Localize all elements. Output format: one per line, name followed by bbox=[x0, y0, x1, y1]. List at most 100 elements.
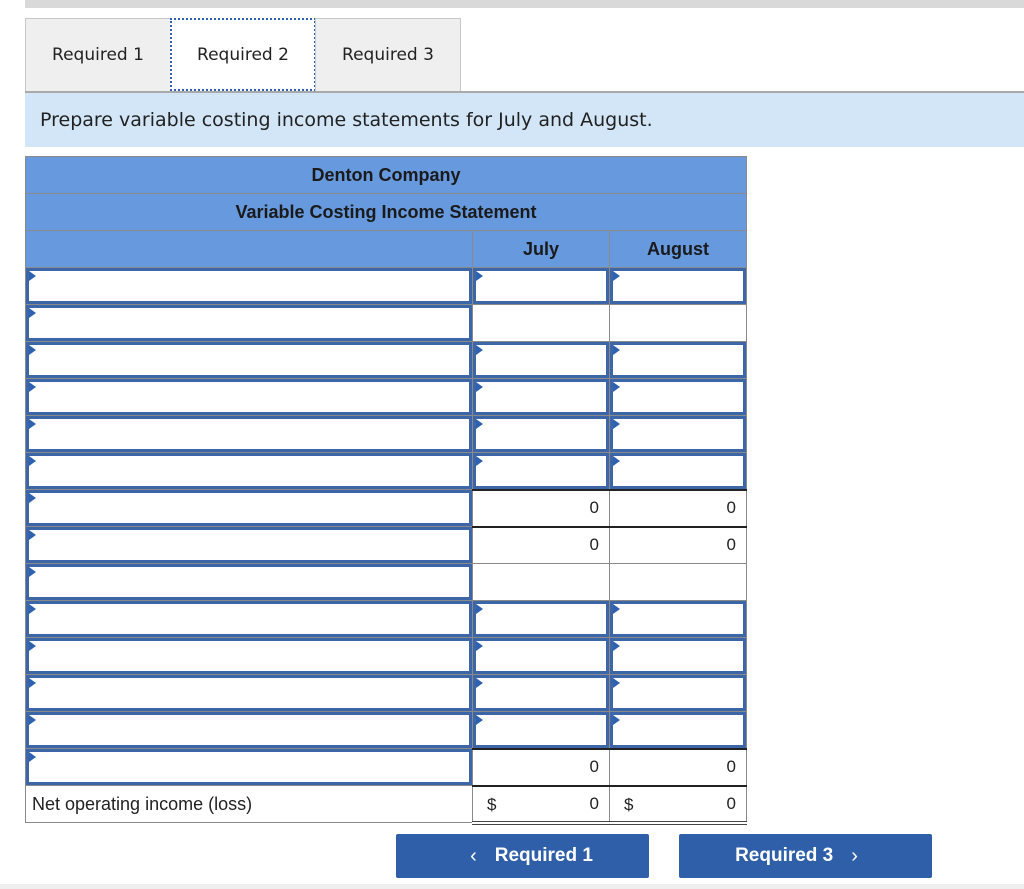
income-statement-table: Denton Company Variable Costing Income S… bbox=[24, 156, 748, 825]
statement-row bbox=[25, 563, 748, 601]
july-cell bbox=[472, 452, 610, 490]
august-cell bbox=[608, 674, 748, 712]
row-label-dropdown[interactable] bbox=[26, 638, 472, 674]
net-operating-income-august: $0 bbox=[608, 784, 748, 825]
row-label-dropdown[interactable] bbox=[26, 342, 472, 378]
company-name: Denton Company bbox=[24, 156, 748, 194]
header-blank bbox=[25, 230, 473, 268]
next-required-3-button[interactable]: Required 3 › bbox=[679, 834, 932, 878]
statement-row: 00 bbox=[25, 488, 748, 527]
row-label-dropdown[interactable] bbox=[26, 268, 472, 304]
july-amount-input[interactable] bbox=[473, 675, 609, 711]
statement-row bbox=[25, 637, 748, 675]
july-computed-total: 0 bbox=[472, 488, 610, 527]
july-amount-input[interactable] bbox=[473, 379, 609, 415]
row-label-dropdown[interactable] bbox=[26, 527, 472, 563]
august-amount-input[interactable] bbox=[610, 453, 747, 489]
july-computed-total: 0 bbox=[472, 525, 610, 564]
july-amount-input[interactable] bbox=[473, 342, 609, 378]
july-amount-input[interactable] bbox=[473, 453, 609, 489]
row-label-dropdown[interactable] bbox=[26, 564, 472, 600]
july-amount-input[interactable] bbox=[473, 268, 609, 304]
august-cell bbox=[608, 711, 748, 749]
august-amount-input[interactable] bbox=[610, 342, 747, 378]
august-amount-input[interactable] bbox=[610, 712, 747, 748]
row-label-cell bbox=[25, 304, 473, 342]
statement-row bbox=[25, 711, 748, 749]
july-amount-input[interactable] bbox=[473, 638, 609, 674]
row-label-cell bbox=[25, 637, 473, 675]
row-label-dropdown[interactable] bbox=[26, 305, 472, 341]
row-label-cell bbox=[25, 674, 473, 712]
next-button-label: Required 3 bbox=[735, 845, 834, 866]
row-label-cell bbox=[25, 267, 473, 305]
august-cell bbox=[608, 452, 748, 490]
row-label-cell bbox=[25, 489, 473, 527]
august-blank-cell bbox=[608, 563, 748, 601]
august-amount-input[interactable] bbox=[610, 675, 747, 711]
row-label-cell bbox=[25, 378, 473, 416]
august-amount-input[interactable] bbox=[610, 268, 747, 304]
row-label-cell bbox=[25, 415, 473, 453]
instruction-text: Prepare variable costing income statemen… bbox=[25, 91, 1024, 147]
july-cell bbox=[472, 267, 610, 305]
row-label-dropdown[interactable] bbox=[26, 416, 472, 452]
august-amount-input[interactable] bbox=[610, 379, 747, 415]
august-amount-input[interactable] bbox=[610, 416, 747, 452]
july-amount-input[interactable] bbox=[473, 712, 609, 748]
august-cell bbox=[608, 637, 748, 675]
chevron-right-icon: › bbox=[851, 844, 858, 867]
row-label-dropdown[interactable] bbox=[26, 749, 472, 785]
statement-row bbox=[25, 267, 748, 305]
statement-row bbox=[25, 452, 748, 490]
row-label-cell bbox=[25, 600, 473, 638]
net-value: 0 bbox=[726, 793, 737, 813]
statement-title: Variable Costing Income Statement bbox=[24, 193, 748, 231]
chevron-left-icon: ‹ bbox=[470, 844, 477, 867]
august-cell bbox=[608, 600, 748, 638]
row-label-dropdown[interactable] bbox=[26, 379, 472, 415]
july-amount-input[interactable] bbox=[473, 601, 609, 637]
july-blank-cell bbox=[472, 563, 610, 601]
august-cell bbox=[608, 267, 748, 305]
august-computed-total: 0 bbox=[608, 525, 748, 564]
row-label-dropdown[interactable] bbox=[26, 601, 472, 637]
row-label-cell bbox=[25, 341, 473, 379]
tab-required-2[interactable]: Required 2 bbox=[170, 18, 316, 91]
tab-required-3[interactable]: Required 3 bbox=[315, 18, 461, 91]
august-amount-input[interactable] bbox=[610, 638, 747, 674]
statement-row bbox=[25, 304, 748, 342]
august-computed-total: 0 bbox=[608, 488, 748, 527]
july-cell bbox=[472, 378, 610, 416]
prev-required-1-button[interactable]: ‹ Required 1 bbox=[396, 834, 649, 878]
july-cell bbox=[472, 600, 610, 638]
july-amount-input[interactable] bbox=[473, 416, 609, 452]
prev-button-label: Required 1 bbox=[494, 845, 593, 866]
july-blank-cell bbox=[472, 304, 610, 342]
august-computed-total: 0 bbox=[608, 747, 748, 786]
row-label-dropdown[interactable] bbox=[26, 453, 472, 489]
august-cell bbox=[608, 341, 748, 379]
statement-row bbox=[25, 341, 748, 379]
tab-required-1[interactable]: Required 1 bbox=[25, 18, 171, 91]
currency-symbol: $ bbox=[487, 794, 497, 814]
net-operating-income-label: Net operating income (loss) bbox=[25, 785, 473, 823]
row-label-cell bbox=[25, 526, 473, 564]
column-header-august: August bbox=[608, 230, 748, 268]
july-cell bbox=[472, 637, 610, 675]
top-bar bbox=[25, 0, 1024, 8]
august-amount-input[interactable] bbox=[610, 601, 747, 637]
statement-row bbox=[25, 674, 748, 712]
row-label-dropdown[interactable] bbox=[26, 675, 472, 711]
net-operating-income-july: $0 bbox=[472, 784, 610, 825]
august-cell bbox=[608, 415, 748, 453]
row-label-cell bbox=[25, 563, 473, 601]
july-cell bbox=[472, 711, 610, 749]
july-cell bbox=[472, 415, 610, 453]
row-label-dropdown[interactable] bbox=[26, 712, 472, 748]
row-label-dropdown[interactable] bbox=[26, 490, 472, 526]
column-header-july: July bbox=[472, 230, 610, 268]
july-cell bbox=[472, 674, 610, 712]
statement-row: 00 bbox=[25, 525, 748, 564]
net-operating-income-row: Net operating income (loss) $0 $0 bbox=[25, 784, 748, 825]
